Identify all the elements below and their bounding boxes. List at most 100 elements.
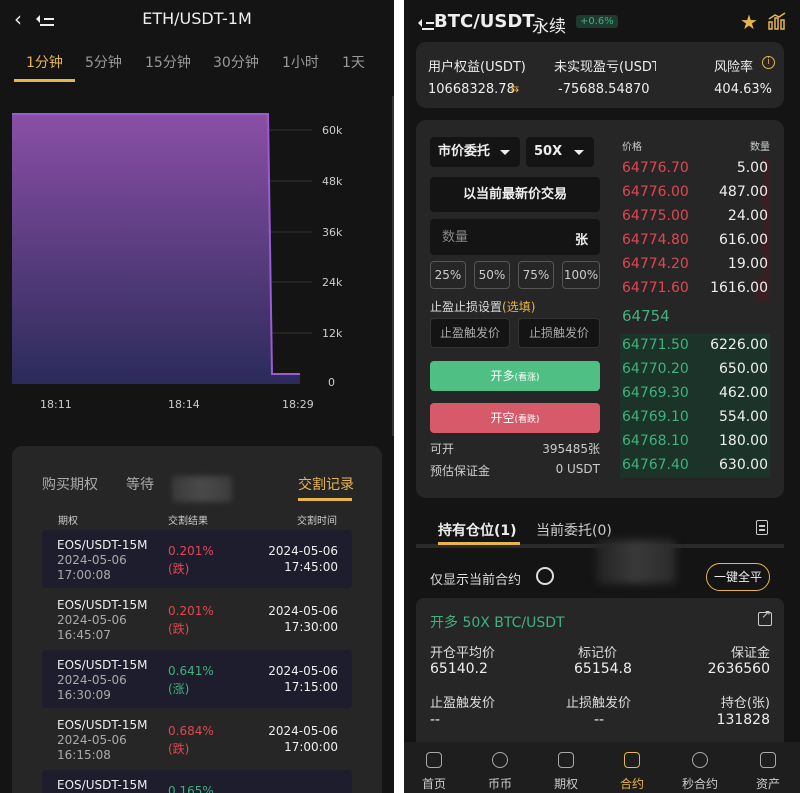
- tab-open-positions[interactable]: 持有仓位(1): [438, 520, 517, 540]
- tab-timeframe-1h[interactable]: 1小时: [282, 52, 319, 82]
- orderbook-ask-row[interactable]: 64771.60 1616.00: [620, 277, 770, 301]
- row-open-date: 2024-05-06: [57, 733, 127, 747]
- quantity-input[interactable]: [442, 219, 562, 255]
- open-short-button[interactable]: 开空(看跌): [430, 403, 600, 433]
- orderbook-bid-row[interactable]: 64770.20 650.00: [620, 358, 770, 382]
- nav-second-contract[interactable]: 秒合约: [670, 742, 730, 793]
- quantity-field[interactable]: 张: [430, 219, 600, 255]
- row-open-time: 16:45:07: [57, 628, 111, 642]
- stop-loss-input[interactable]: 止损触发价: [518, 318, 600, 348]
- blurred-area: [172, 476, 232, 502]
- ask-qty: 1616.00: [710, 280, 768, 296]
- order-type-select[interactable]: 市价委托: [430, 137, 520, 167]
- info-icon[interactable]: i: [762, 56, 775, 69]
- close-all-button[interactable]: 一键全平: [706, 563, 770, 591]
- y-tick-label: 0: [328, 376, 335, 389]
- latest-price-button[interactable]: 以当前最新价交易: [430, 177, 600, 212]
- row-direction: (跌): [168, 622, 190, 636]
- orderbook-ask-row[interactable]: 64774.80 616.00: [620, 229, 770, 253]
- row-close-time: 17:15:00: [284, 680, 338, 694]
- tpsl-label-text: 止盈止损设置: [430, 300, 503, 314]
- margin-estimate-label: 预估保证金: [430, 464, 491, 478]
- tpsl-settings-label: 止盈止损设置(选填): [430, 298, 535, 315]
- contract-title[interactable]: BTC/USDT: [434, 11, 535, 32]
- table-row[interactable]: EOS/USDT-15M 2024-05-06 16:30:09 0.641% …: [42, 650, 352, 708]
- percent-75-button[interactable]: 75%: [518, 261, 554, 289]
- tab-timeframe-1d[interactable]: 1天: [342, 52, 365, 82]
- orderbook-qty-header: 数量: [750, 142, 770, 153]
- equity-value: 10668328.78: [428, 82, 515, 97]
- percent-100-button[interactable]: 100%: [562, 261, 600, 289]
- nav-label: 秒合约: [681, 777, 718, 791]
- orderbook-bid-row[interactable]: 64769.30 462.00: [620, 382, 770, 406]
- tab-timeframe-1m[interactable]: 1分钟: [14, 52, 75, 82]
- bid-price: 64768.10: [622, 433, 689, 449]
- bid-qty: 180.00: [719, 433, 768, 449]
- row-direction: (跌): [168, 562, 190, 576]
- nav-options[interactable]: 期权: [536, 742, 596, 793]
- star-icon[interactable]: ★: [740, 10, 758, 34]
- orderbook-ask-row[interactable]: 64776.70 5.00: [620, 157, 770, 181]
- nav-contract[interactable]: 合约: [602, 742, 662, 793]
- nav-home[interactable]: 首页: [404, 742, 464, 793]
- chevron-down-icon: [500, 150, 510, 155]
- available-label: 可开: [430, 442, 455, 456]
- row-symbol: EOS/USDT-15M: [57, 598, 148, 612]
- row-symbol: EOS/USDT-15M: [57, 658, 148, 672]
- menu-icon[interactable]: [418, 16, 434, 30]
- x-tick-label: 18:11: [40, 398, 72, 411]
- row-percent: 0.641%: [168, 664, 214, 678]
- take-profit-input[interactable]: 止盈触发价: [430, 318, 510, 348]
- row-close-date: 2024-05-06: [268, 724, 338, 738]
- orderbook-bid-row[interactable]: 64771.50 6226.00: [620, 334, 770, 358]
- nav-assets[interactable]: 资产: [738, 742, 798, 793]
- percent-25-button[interactable]: 25%: [430, 261, 466, 289]
- document-icon[interactable]: [756, 520, 768, 535]
- tab-settlement-records[interactable]: 交割记录: [298, 474, 354, 494]
- share-icon[interactable]: [758, 607, 772, 626]
- wallet-icon: [760, 752, 776, 768]
- tab-timeframe-30m[interactable]: 30分钟: [213, 52, 259, 82]
- percent-50-button[interactable]: 50%: [474, 261, 510, 289]
- tab-timeframe-15m[interactable]: 15分钟: [145, 52, 191, 82]
- tab-waiting[interactable]: 等待: [126, 474, 154, 494]
- bottom-nav: 首页 币币 期权 合约 秒合约 资产: [404, 742, 800, 793]
- row-open-date: 2024-05-06: [57, 613, 127, 627]
- orderbook-bid-row[interactable]: 64768.10 180.00: [620, 430, 770, 454]
- bid-qty: 650.00: [719, 361, 768, 377]
- leverage-select[interactable]: 50X: [526, 137, 594, 167]
- table-row[interactable]: EOS/USDT-15M 2024-05-06 17:00:08 0.201% …: [42, 530, 352, 588]
- nav-label: 资产: [755, 777, 780, 791]
- tab-timeframe-5m[interactable]: 5分钟: [85, 52, 122, 82]
- row-close-time: 17:00:00: [284, 740, 338, 754]
- contract-icon: [624, 752, 640, 768]
- tab-buy-options[interactable]: 购买期权: [42, 474, 98, 494]
- price-chart-svg: 60k 48k 36k 24k 12k 0 18:11 18:14 18:29: [12, 113, 343, 411]
- price-chart[interactable]: 60k 48k 36k 24k 12k 0 18:11 18:14 18:29: [0, 96, 394, 416]
- orderbook-ask-row[interactable]: 64774.20 19.00: [620, 253, 770, 277]
- swap-icon[interactable]: ⇆: [510, 82, 519, 95]
- tab-current-orders[interactable]: 当前委托(0): [536, 520, 612, 540]
- open-long-button[interactable]: 开多(看涨): [430, 361, 600, 391]
- holding-value: 131828: [716, 712, 770, 728]
- table-row[interactable]: EOS/USDT-15M 2024-05-06 16:15:08 0.684% …: [42, 710, 352, 768]
- bid-qty: 6226.00: [710, 337, 768, 353]
- x-tick-label: 18:29: [282, 398, 314, 411]
- orderbook-ask-row[interactable]: 64776.00 487.00: [620, 181, 770, 205]
- nav-spot[interactable]: 币币: [470, 742, 530, 793]
- show-current-radio[interactable]: [536, 567, 554, 585]
- left-panel: ‹ ETH/USDT-1M 1分钟 5分钟 15分钟 30分钟 1小时 1天 6…: [0, 0, 394, 793]
- table-row[interactable]: EOS/USDT-15M 2024-05-06 16:45:07 0.201% …: [42, 590, 352, 648]
- avg-price-value: 65140.2: [430, 661, 488, 677]
- orderbook-bid-row[interactable]: 64767.40 630.00: [620, 454, 770, 478]
- orderbook-bid-row[interactable]: 64769.10 554.00: [620, 406, 770, 430]
- table-row[interactable]: EOS/USDT-15M 0.165%: [42, 770, 352, 793]
- y-tick-label: 60k: [322, 124, 343, 137]
- orderbook-ask-row[interactable]: 64775.00 24.00: [620, 205, 770, 229]
- show-current-label: 仅显示当前合约: [430, 573, 522, 588]
- kline-chart-icon[interactable]: [768, 12, 786, 30]
- row-direction: (跌): [168, 742, 190, 756]
- trade-panel: 市价委托 50X 以当前最新价交易 张 25% 50% 75% 100% 止盈止…: [416, 120, 784, 498]
- y-tick-label: 24k: [322, 276, 343, 289]
- ask-qty: 19.00: [727, 256, 768, 272]
